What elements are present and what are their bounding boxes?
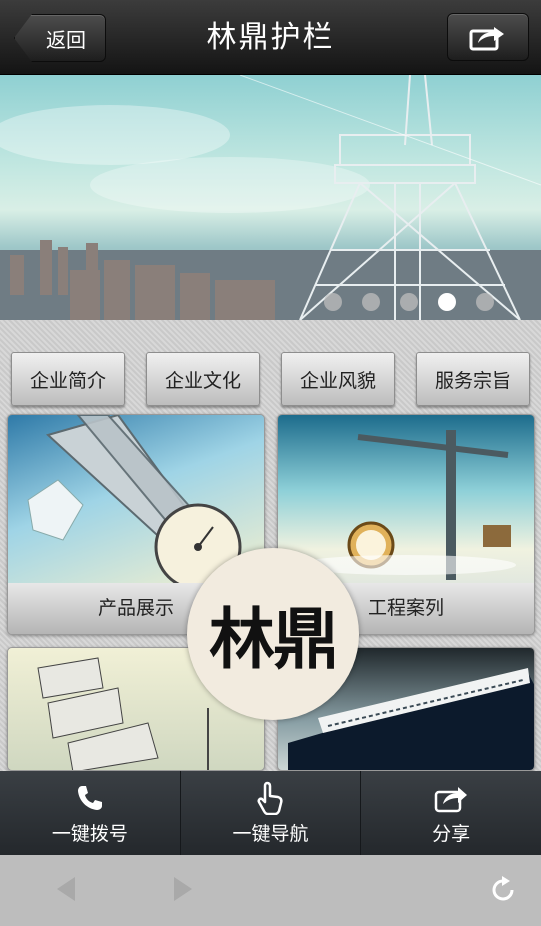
navigate-button-label: 一键导航: [232, 822, 309, 845]
menu-company-intro[interactable]: 企业简介: [11, 352, 125, 406]
logo-text: 林鼎: [209, 601, 339, 678]
navigate-button[interactable]: 一键导航: [181, 771, 362, 855]
menu-service-purpose[interactable]: 服务宗旨: [416, 352, 530, 406]
forward-arrow-icon[interactable]: [174, 877, 192, 901]
tile-image: [278, 415, 534, 583]
browser-toolbar: [0, 855, 541, 926]
carousel-dot[interactable]: [476, 293, 494, 311]
carousel-dot-active[interactable]: [438, 293, 456, 311]
menu-company-style[interactable]: 企业风貌: [281, 352, 395, 406]
banner-image: [0, 75, 541, 320]
menu-label: 企业简介: [29, 369, 106, 392]
back-button[interactable]: 返回: [14, 14, 106, 62]
top-bar: 返回 林鼎护栏: [0, 0, 541, 75]
share-icon: [469, 27, 504, 51]
carousel-indicators: [324, 293, 494, 311]
back-arrow-icon[interactable]: [57, 877, 75, 901]
company-logo: 林鼎: [187, 548, 359, 720]
share-action-label: 分享: [432, 822, 471, 845]
back-button-label: 返回: [46, 27, 86, 52]
menu-label: 企业文化: [164, 369, 241, 392]
menu-label: 服务宗旨: [434, 369, 511, 392]
tile-image: [8, 415, 264, 583]
carousel-dot[interactable]: [362, 293, 380, 311]
refresh-icon[interactable]: [488, 875, 518, 905]
call-button-label: 一键拨号: [51, 822, 128, 845]
phone-icon: [75, 781, 105, 815]
menu-label: 企业风貌: [299, 369, 376, 392]
menu-company-culture[interactable]: 企业文化: [146, 352, 260, 406]
carousel-dot[interactable]: [324, 293, 342, 311]
action-bar: 一键拨号 一键导航 分享: [0, 771, 541, 855]
hand-pointer-icon: [256, 781, 286, 815]
share-icon: [434, 781, 468, 815]
page-title: 林鼎护栏: [206, 20, 335, 55]
carousel-dot[interactable]: [400, 293, 418, 311]
banner-carousel[interactable]: [0, 75, 541, 320]
share-button[interactable]: [447, 13, 529, 61]
share-action-button[interactable]: 分享: [361, 771, 541, 855]
call-button[interactable]: 一键拨号: [0, 771, 181, 855]
